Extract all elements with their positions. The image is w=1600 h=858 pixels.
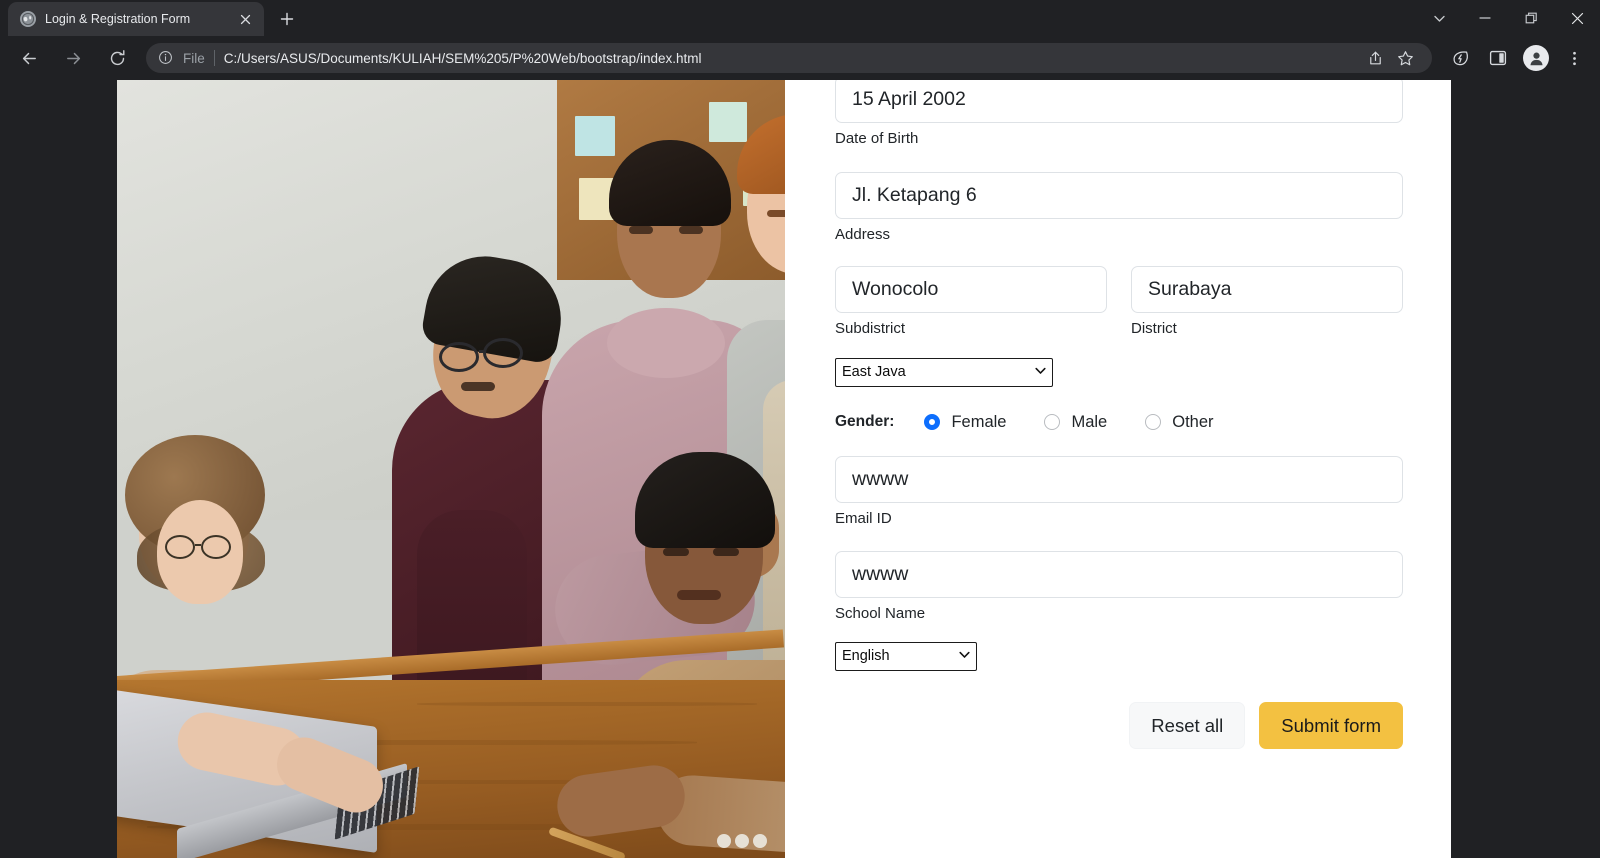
radio-female[interactable] — [924, 414, 941, 430]
address-group: Jl. Ketapang 6 Address — [835, 171, 1403, 245]
gender-group: Gender: Female Male Other — [835, 413, 1403, 432]
form-actions: Reset all Submit form — [835, 701, 1403, 749]
back-button[interactable] — [13, 42, 45, 74]
district-label: District — [1131, 320, 1177, 337]
school-label: School Name — [835, 605, 926, 622]
district-value: Surabaya — [1148, 278, 1232, 300]
page-viewport: 15 April 2002 Date of Birth Jl. Ketapang… — [0, 80, 1600, 858]
new-tab-button[interactable] — [272, 4, 302, 34]
radio-female-label: Female — [951, 412, 1007, 431]
tab-strip: Login & Registration Form — [0, 0, 1600, 36]
tab-search-button[interactable] — [1416, 0, 1462, 36]
province-select[interactable]: East Java — [835, 357, 1053, 387]
omnibox-actions — [1362, 45, 1418, 71]
omnibox-separator — [213, 50, 215, 66]
registration-form: 15 April 2002 Date of Birth Jl. Ketapang… — [785, 80, 1451, 858]
date-of-birth-value: 15 April 2002 — [852, 88, 966, 110]
province-select-value: East Java — [842, 364, 906, 380]
email-label: Email ID — [835, 509, 892, 527]
school-group: wwww School Name — [835, 551, 1403, 624]
address-value: Jl. Ketapang 6 — [852, 183, 977, 206]
browser-tab[interactable]: Login & Registration Form — [8, 2, 264, 36]
chrome-menu-icon[interactable] — [1559, 43, 1589, 73]
address-input[interactable]: Jl. Ketapang 6 — [835, 171, 1403, 219]
location-row: Wonocolo Subdistrict Surabaya District — [835, 266, 1403, 339]
browser-toolbar: File C:/Users/ASUS/Documents/KULIAH/SEM%… — [0, 36, 1600, 80]
browser-window: Login & Registration Form File C:/Users/… — [0, 0, 1600, 858]
chevron-down-icon — [1035, 367, 1046, 378]
district-input[interactable]: Surabaya — [1131, 266, 1403, 313]
address-label: Address — [835, 225, 891, 243]
subdistrict-input[interactable]: Wonocolo — [835, 266, 1107, 313]
district-group: Surabaya District — [1131, 266, 1403, 339]
energy-saver-icon[interactable] — [1445, 43, 1475, 73]
globe-icon — [20, 11, 36, 27]
forward-button[interactable] — [57, 42, 89, 74]
address-bar[interactable]: File C:/Users/ASUS/Documents/KULIAH/SEM%… — [146, 43, 1432, 73]
window-controls — [1416, 0, 1600, 36]
share-icon[interactable] — [1362, 45, 1388, 71]
email-input[interactable]: wwww — [835, 455, 1403, 503]
minimize-button[interactable] — [1462, 0, 1508, 36]
date-of-birth-input[interactable]: 15 April 2002 — [835, 80, 1403, 123]
subdistrict-group: Wonocolo Subdistrict — [835, 266, 1107, 339]
school-value: wwww — [852, 563, 909, 585]
language-select-value: English — [842, 648, 890, 664]
gender-option-male[interactable]: Male — [1044, 413, 1107, 432]
chevron-down-icon — [959, 651, 970, 662]
radio-other[interactable] — [1145, 414, 1162, 430]
gender-option-female[interactable]: Female — [924, 413, 1006, 432]
star-icon[interactable] — [1392, 45, 1418, 71]
restore-button[interactable] — [1508, 0, 1554, 36]
language-select[interactable]: English — [835, 641, 977, 671]
close-window-button[interactable] — [1554, 0, 1600, 36]
radio-male-label: Male — [1071, 412, 1108, 431]
profile-avatar[interactable] — [1523, 45, 1549, 71]
subdistrict-label: Subdistrict — [835, 320, 906, 337]
registration-card: 15 April 2002 Date of Birth Jl. Ketapang… — [117, 80, 1451, 858]
close-icon[interactable] — [236, 10, 254, 28]
province-select-wrapper: East Java — [835, 357, 1403, 387]
subdistrict-value: Wonocolo — [852, 278, 939, 300]
reset-all-button[interactable]: Reset all — [1129, 701, 1246, 749]
gender-option-other[interactable]: Other — [1145, 412, 1214, 432]
side-panel-icon[interactable] — [1483, 43, 1513, 73]
url-scheme-label: File — [183, 50, 205, 66]
tab-title: Login & Registration Form — [45, 12, 191, 26]
team-photo — [117, 80, 785, 858]
radio-other-label: Other — [1172, 412, 1214, 431]
radio-male[interactable] — [1044, 414, 1061, 430]
date-of-birth-label: Date of Birth — [835, 130, 919, 147]
language-select-wrapper: English — [835, 641, 1403, 671]
email-group: wwww Email ID — [835, 455, 1403, 529]
school-input[interactable]: wwww — [835, 551, 1403, 598]
info-circle-icon[interactable] — [158, 50, 174, 66]
submit-form-button[interactable]: Submit form — [1259, 701, 1403, 749]
reload-button[interactable] — [101, 42, 133, 74]
email-value: wwww — [852, 467, 909, 490]
gender-label: Gender: — [835, 413, 895, 430]
date-of-birth-group: 15 April 2002 Date of Birth — [835, 80, 1403, 149]
url-text: C:/Users/ASUS/Documents/KULIAH/SEM%205/P… — [223, 50, 702, 66]
